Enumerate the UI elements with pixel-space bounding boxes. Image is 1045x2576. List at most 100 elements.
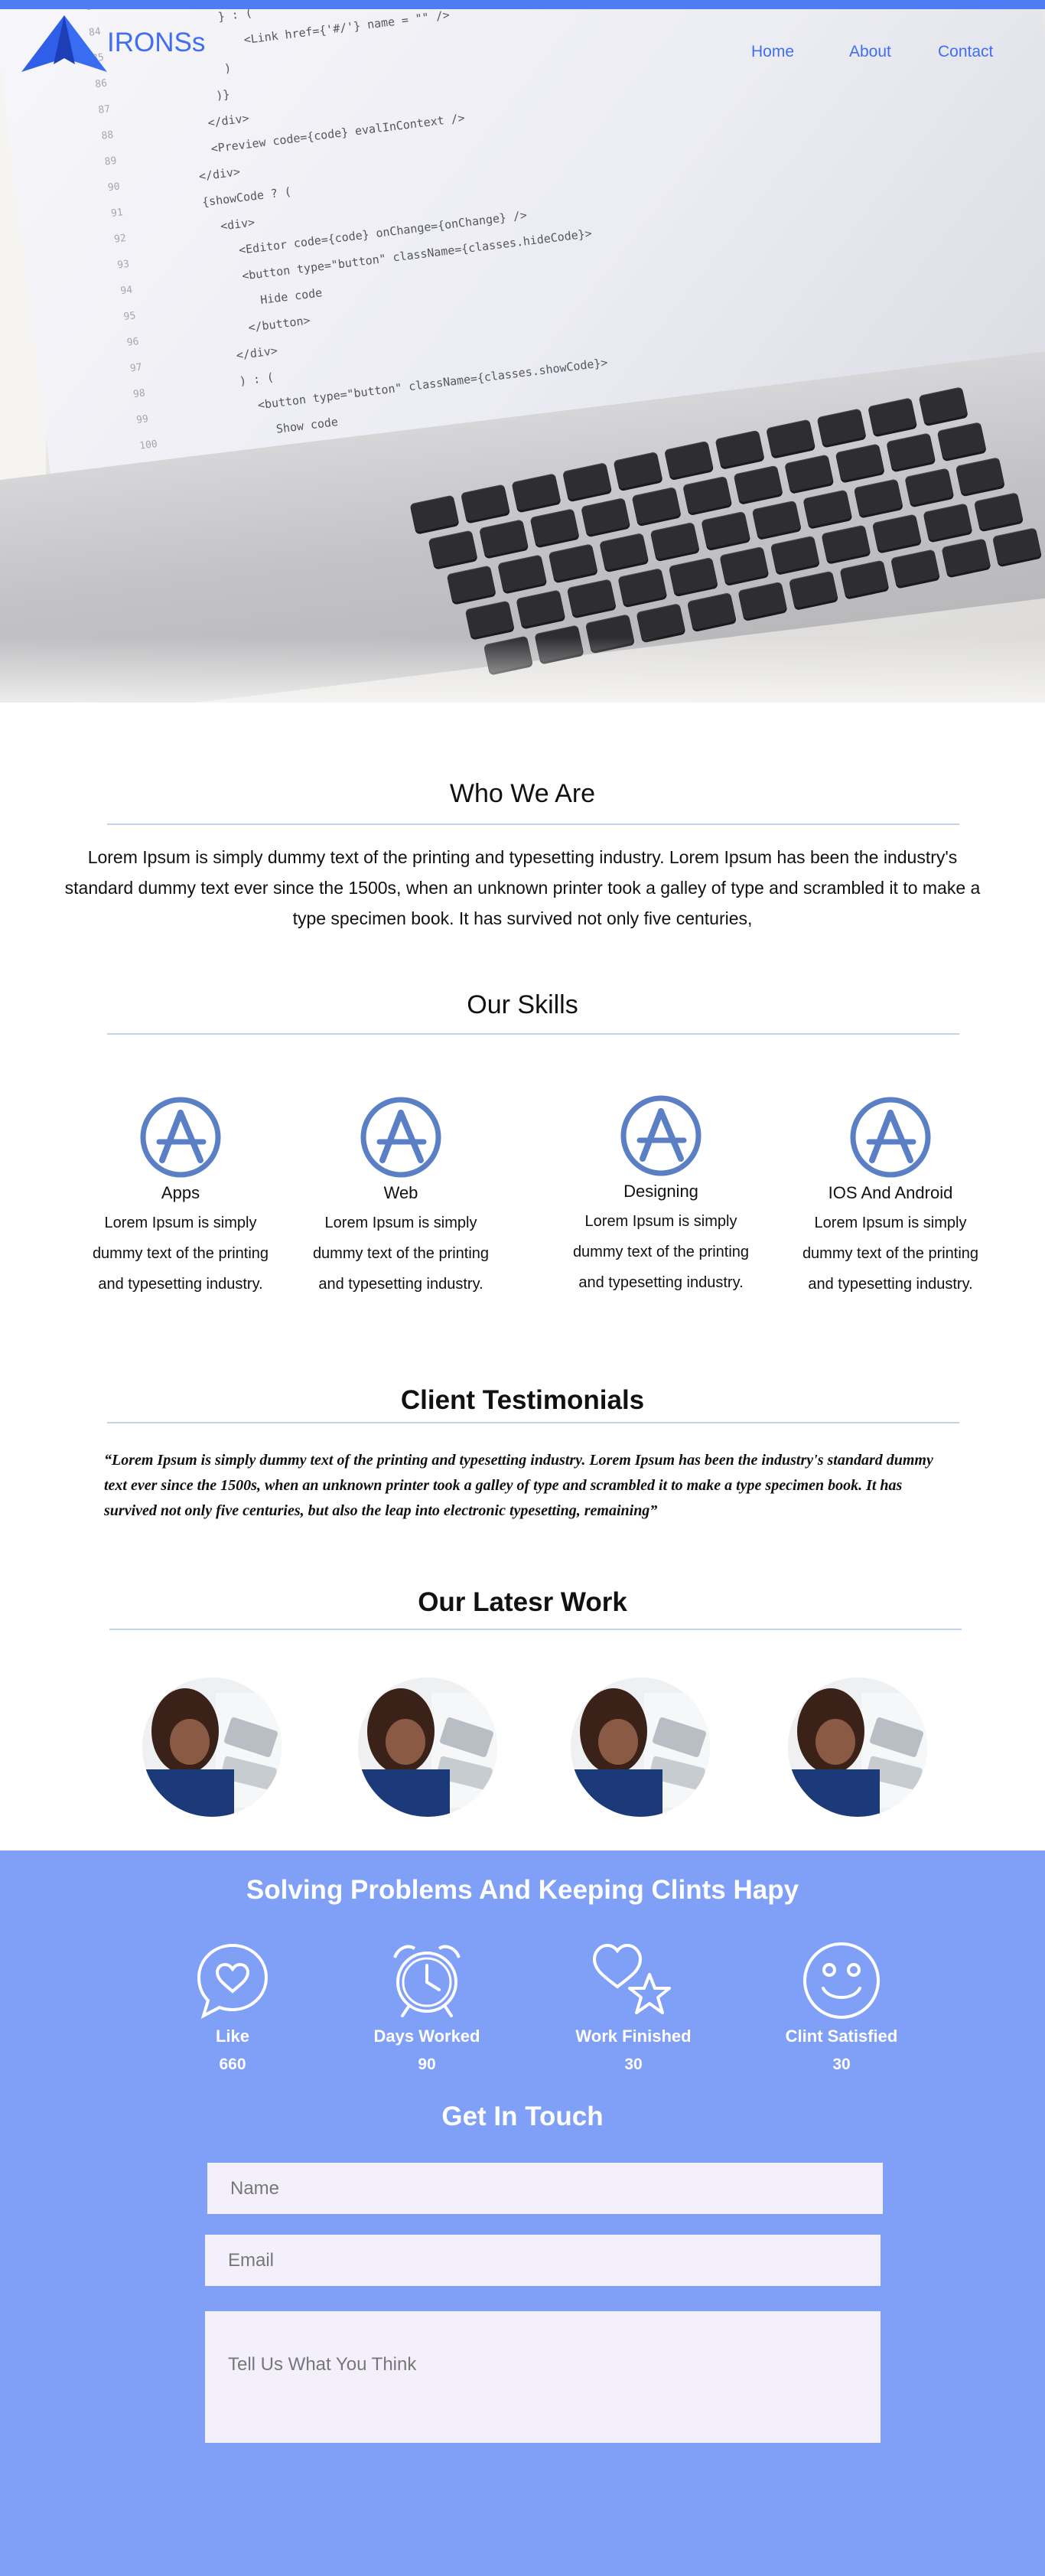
code-line-number: 86	[94, 77, 108, 90]
app-store-icon	[620, 1095, 702, 1176]
heart-bubble-icon	[197, 1943, 269, 2019]
code-line-text: <div>	[220, 215, 256, 233]
nav-contact-link[interactable]: Contact	[938, 43, 993, 61]
heart-star-icon	[592, 1943, 671, 2014]
skill-name: Designing	[623, 1182, 698, 1201]
keyboard-key	[719, 546, 769, 585]
keyboard-key	[751, 500, 802, 538]
skill-name: Web	[383, 1183, 418, 1202]
keyboard-key	[631, 487, 682, 525]
code-line-text: )	[223, 60, 233, 76]
keyboard-key	[923, 503, 973, 541]
stat-work-finished: Work Finished 30	[549, 1941, 718, 2074]
name-field[interactable]	[207, 2163, 883, 2214]
keyboard-key	[770, 535, 820, 573]
keyboard-key	[566, 579, 617, 617]
keyboard-key	[733, 465, 783, 503]
stat-label: Work Finished	[575, 2027, 692, 2046]
latest-work-heading: Our Latesr Work	[418, 1587, 627, 1617]
top-accent-bar	[0, 0, 1045, 9]
skill-card-designing: Designing Lorem Ipsum is simply dummy te…	[569, 1094, 753, 1298]
alarm-clock-icon	[393, 1945, 461, 2017]
nav-home-link[interactable]: Home	[751, 43, 794, 61]
code-line-number: 91	[110, 206, 124, 220]
code-line-number: 93	[116, 258, 130, 272]
keyboard-key	[886, 432, 936, 471]
work-thumbnail[interactable]	[142, 1678, 282, 1817]
work-thumbnail[interactable]	[358, 1678, 497, 1817]
skill-description: Lorem Ipsum is simply dummy text of the …	[92, 1215, 269, 1293]
skill-description: Lorem Ipsum is simply dummy text of the …	[802, 1215, 979, 1293]
keyboard-key	[682, 475, 732, 514]
app-store-icon	[360, 1097, 441, 1178]
our-skills-heading: Our Skills	[467, 990, 578, 1019]
keyboard-key	[516, 589, 565, 628]
code-line-text: </div>	[235, 343, 278, 363]
brand-logo-icon[interactable]	[21, 14, 107, 73]
code-line-number: 83	[85, 9, 132, 13]
code-line-number: 90	[107, 180, 121, 194]
keyboard-key	[701, 510, 750, 549]
code-line-number: 97	[129, 361, 143, 374]
keyboard-key	[802, 489, 852, 527]
stat-label: Days Worked	[373, 2027, 480, 2046]
section-divider	[107, 1033, 959, 1035]
keyboard-key	[446, 565, 496, 603]
keyboard-key	[821, 524, 871, 562]
keyboard-key	[617, 568, 667, 606]
work-thumbnail[interactable]	[571, 1678, 710, 1817]
brand-name[interactable]: IRONSs	[107, 28, 205, 58]
section-divider	[109, 1629, 962, 1630]
email-field[interactable]	[205, 2235, 881, 2286]
keyboard-key	[581, 497, 630, 536]
code-line-text: } : (	[216, 9, 253, 24]
code-line-number: 99	[135, 412, 149, 426]
nav-about-link[interactable]: About	[849, 43, 891, 61]
work-photo	[142, 1678, 282, 1817]
keyboard-key	[871, 514, 922, 552]
keyboard-key	[936, 422, 987, 460]
hero-fade	[0, 637, 1045, 703]
keyboard-key	[428, 530, 478, 568]
keyboard-key	[649, 522, 700, 560]
stats-heading: Solving Problems And Keeping Clints Hapy	[246, 1875, 799, 1905]
stat-like: Like 660	[148, 1941, 317, 2074]
keyboard-key	[479, 519, 529, 557]
keyboard-key	[497, 554, 547, 592]
stat-label: Like	[215, 2027, 250, 2046]
keyboard-key	[636, 603, 686, 641]
keyboard-key	[904, 468, 954, 506]
message-field[interactable]	[205, 2311, 881, 2443]
hero-image: 83<Link href={'#/'} } name = "" />84} : …	[0, 9, 1045, 703]
keyboard-key	[599, 533, 649, 571]
work-photo	[358, 1678, 497, 1817]
keyboard-key	[668, 557, 718, 595]
section-divider	[107, 1422, 959, 1423]
code-line-text: </div>	[197, 165, 241, 184]
keyboard-key	[941, 538, 991, 576]
app-store-icon	[850, 1097, 931, 1178]
skill-name: Apps	[161, 1183, 200, 1202]
keyboard-key	[548, 543, 598, 582]
keyboard-key	[890, 549, 940, 587]
stat-days-worked: Days Worked 90	[343, 1941, 511, 2074]
section-divider	[107, 823, 959, 825]
code-line-text: ) : (	[238, 370, 275, 389]
work-thumbnail[interactable]	[788, 1678, 927, 1817]
keyboard-key	[686, 592, 737, 631]
code-line-text: Hide code	[259, 285, 324, 308]
skill-card-web: Web Lorem Ipsum is simply dummy text of …	[309, 1096, 493, 1299]
code-line-text: Show code	[275, 415, 339, 436]
smiley-icon	[803, 1942, 880, 2019]
code-line-number: 100	[138, 438, 158, 452]
testimonial-quote: “Lorem Ipsum is simply dummy text of the…	[104, 1452, 933, 1519]
work-photo	[788, 1678, 927, 1817]
code-line-number: 98	[132, 386, 146, 400]
code-line-number: 89	[103, 155, 118, 168]
stat-clint-satisfied: Clint Satisfied 30	[757, 1941, 926, 2074]
skill-description: Lorem Ipsum is simply dummy text of the …	[572, 1213, 750, 1291]
keyboard-key	[529, 508, 580, 546]
skill-card-apps: Apps Lorem Ipsum is simply dummy text of…	[89, 1096, 272, 1299]
stat-value: 30	[832, 2056, 851, 2073]
skill-description: Lorem Ipsum is simply dummy text of the …	[312, 1215, 490, 1293]
